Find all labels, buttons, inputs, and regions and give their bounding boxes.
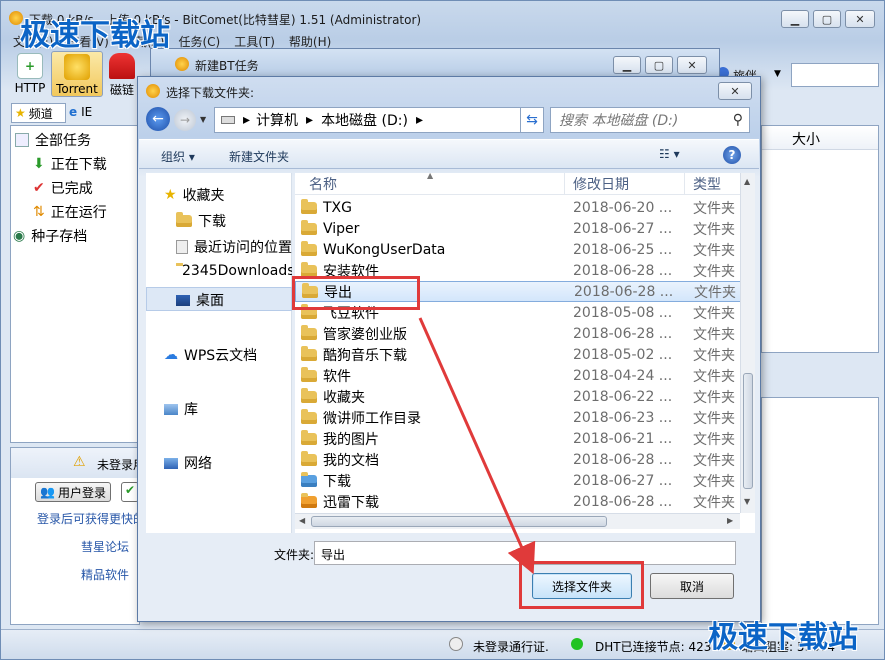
- watermark-top: 极速下载站: [20, 18, 170, 53]
- annotation-arrow-svg: [418, 317, 536, 575]
- watermark-bottom: 极速下载站: [708, 620, 858, 655]
- annotation-arrow: [418, 317, 536, 575]
